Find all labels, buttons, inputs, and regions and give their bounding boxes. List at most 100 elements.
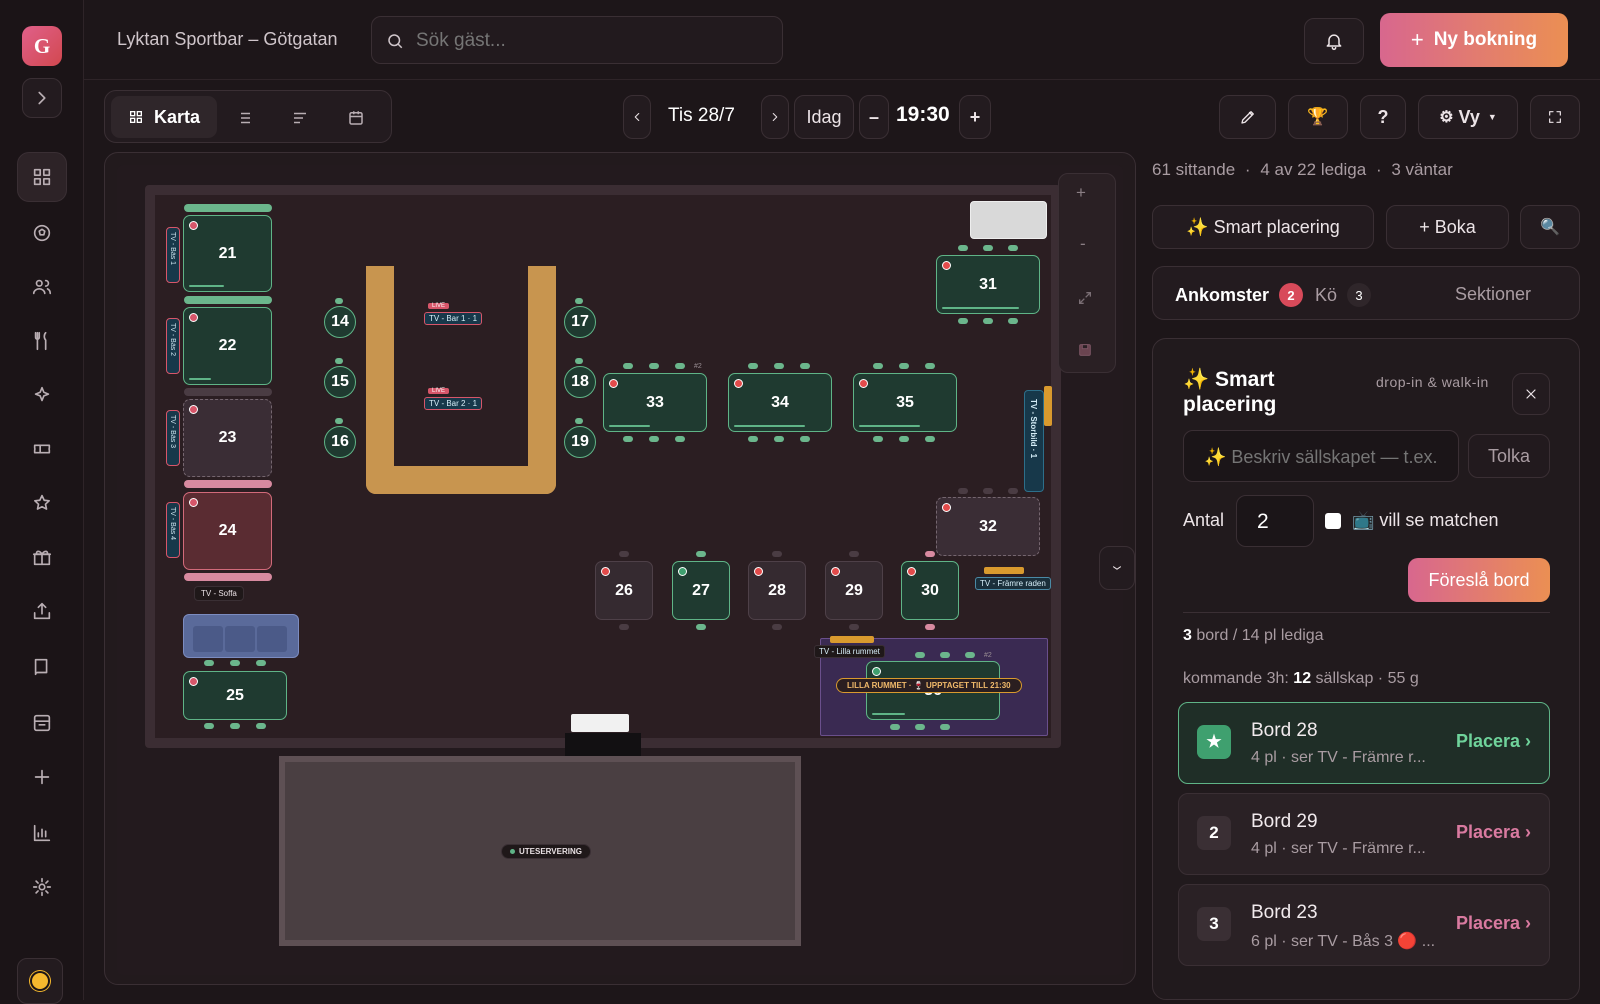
table-15[interactable]: 15 (324, 366, 356, 398)
tab-arrivals[interactable]: Ankomster 2 (1175, 283, 1304, 307)
zoom-in-button[interactable]: + (1076, 183, 1086, 203)
edit-layout-button[interactable] (1219, 95, 1276, 139)
sidebar-item-guests[interactable] (17, 262, 67, 312)
table-16[interactable]: 16 (324, 426, 356, 458)
tv-tag-lilla[interactable]: TV - Lilla rummet (814, 645, 885, 658)
suggest-table-button[interactable]: Föreslå bord (1408, 558, 1550, 602)
fit-icon[interactable] (1077, 290, 1093, 306)
search-tables-button[interactable]: 🔍 (1520, 205, 1580, 249)
table-32[interactable]: 32 (936, 497, 1040, 556)
table-number: 15 (331, 373, 349, 390)
sidebar-item-stats[interactable] (17, 808, 67, 858)
suggestion-card-2[interactable]: 2 Bord 29 4 pl · ser TV - Främre r... Pl… (1178, 793, 1550, 875)
tab-label: Ankomster (1175, 284, 1270, 305)
close-panel-button[interactable] (1512, 373, 1550, 415)
tab-sections[interactable]: Sektioner (1455, 284, 1531, 305)
timeline-icon[interactable] (291, 109, 309, 127)
sidebar-item-notes[interactable] (17, 642, 67, 692)
search-box[interactable] (371, 16, 783, 64)
current-time: 19:30 (896, 103, 950, 126)
help-button[interactable]: ? (1360, 95, 1406, 139)
tv-tag-bas2[interactable]: TV - Bås 2 (166, 318, 180, 374)
sidebar-item-share[interactable] (17, 586, 67, 636)
sidebar-item-add[interactable] (17, 752, 67, 802)
today-button[interactable]: Idag (794, 95, 854, 139)
sidebar-item-ai[interactable] (17, 370, 67, 420)
table-29[interactable]: 29 (825, 561, 883, 620)
chair (256, 660, 266, 666)
sidebar-item-sports[interactable] (17, 208, 67, 258)
place-button[interactable]: Placera › (1456, 731, 1531, 752)
tv-tag-storbild[interactable]: TV - Storbild · 1 (1024, 390, 1044, 492)
table-26[interactable]: 26 (595, 561, 653, 620)
place-button[interactable]: Placera › (1456, 913, 1531, 934)
table-28[interactable]: 28 (748, 561, 806, 620)
theme-toggle-button[interactable] (17, 958, 63, 1004)
sidebar-item-map[interactable] (17, 152, 67, 202)
user-avatar[interactable]: G (22, 26, 62, 66)
tv-tag-bas1[interactable]: TV - Bås 1 (166, 227, 180, 283)
prev-day-button[interactable] (623, 95, 651, 139)
chair (940, 724, 950, 730)
zoom-out-button[interactable]: - (1080, 234, 1086, 254)
table-25[interactable]: 25 (183, 671, 287, 720)
new-booking-button[interactable]: + Ny bokning (1380, 13, 1568, 67)
tv-tag-framre[interactable]: TV - Främre raden (975, 577, 1051, 590)
table-22[interactable]: 22 (183, 307, 272, 385)
calendar-icon[interactable] (347, 109, 365, 127)
describe-input[interactable] (1204, 444, 1454, 470)
sidebar-item-gifts[interactable] (17, 532, 67, 582)
table-34[interactable]: 34 (728, 373, 832, 432)
watch-match-checkbox[interactable] (1325, 513, 1341, 529)
sidebar-item-settings[interactable] (17, 862, 67, 912)
table-27[interactable]: 27 (672, 561, 730, 620)
tv-tag-bas4[interactable]: TV - Bås 4 (166, 502, 180, 558)
suggestion-card-1[interactable]: ★ Bord 28 4 pl · ser TV - Främre r... Pl… (1178, 702, 1550, 784)
expand-sidebar-button[interactable] (22, 78, 62, 118)
watch-match-label: 📺 vill se matchen (1352, 510, 1499, 530)
tv-tag-bar2[interactable]: TV - Bar 2 · 1 (424, 397, 483, 410)
tv-tag-bar1[interactable]: TV - Bar 1 · 1 (424, 312, 483, 325)
table-21[interactable]: 21 (183, 215, 272, 292)
fullscreen-button[interactable] (1530, 95, 1580, 139)
table-18[interactable]: 18 (564, 366, 596, 398)
table-24[interactable]: 24 (183, 492, 272, 570)
table-31[interactable]: 31 (936, 255, 1040, 314)
view-map-tab[interactable]: Karta (111, 96, 217, 138)
next-day-button[interactable] (761, 95, 789, 139)
sidebar-item-tickets[interactable] (17, 424, 67, 474)
tv-tag-bas3[interactable]: TV - Bås 3 (166, 410, 180, 466)
time-plus-button[interactable]: + (959, 95, 991, 139)
search-input[interactable] (416, 27, 756, 55)
chair (899, 436, 909, 442)
trophy-button[interactable]: 🏆 (1288, 95, 1348, 139)
table-30[interactable]: 30 (901, 561, 959, 620)
view-options-button[interactable]: ⚙ Vy ▼ (1418, 95, 1518, 139)
table-14[interactable]: 14 (324, 306, 356, 338)
table-33[interactable]: 33 (603, 373, 707, 432)
quick-book-button[interactable]: + Boka (1386, 205, 1509, 249)
tv-tag-soffa[interactable]: TV - Soffa (194, 586, 244, 601)
sidebar-item-menu[interactable] (17, 316, 67, 366)
smart-placement-button[interactable]: ✨ Smart placering (1152, 205, 1374, 249)
tab-queue[interactable]: Kö 3 (1315, 283, 1372, 307)
time-minus-button[interactable]: – (859, 95, 889, 139)
place-button[interactable]: Placera › (1456, 822, 1531, 843)
sidebar-item-archive[interactable] (17, 698, 67, 748)
count-input[interactable] (1257, 508, 1307, 536)
table-19[interactable]: 19 (564, 426, 596, 458)
sidebar-item-favorites[interactable] (17, 478, 67, 528)
table-23[interactable]: 23 (183, 399, 272, 477)
table-35[interactable]: 35 (853, 373, 957, 432)
table-number: 29 (845, 581, 863, 599)
notifications-button[interactable] (1304, 18, 1364, 64)
list-icon[interactable] (235, 109, 253, 127)
describe-field[interactable] (1183, 430, 1459, 482)
trophy-icon: 🏆 (1307, 107, 1329, 126)
table-17[interactable]: 17 (564, 306, 596, 338)
collapse-panel-button[interactable] (1099, 546, 1135, 590)
suggestion-card-3[interactable]: 3 Bord 23 6 pl · ser TV - Bås 3 🔴 ... Pl… (1178, 884, 1550, 966)
interpret-button[interactable]: Tolka (1468, 434, 1550, 478)
count-field[interactable] (1236, 495, 1314, 547)
save-icon[interactable] (1077, 342, 1093, 358)
